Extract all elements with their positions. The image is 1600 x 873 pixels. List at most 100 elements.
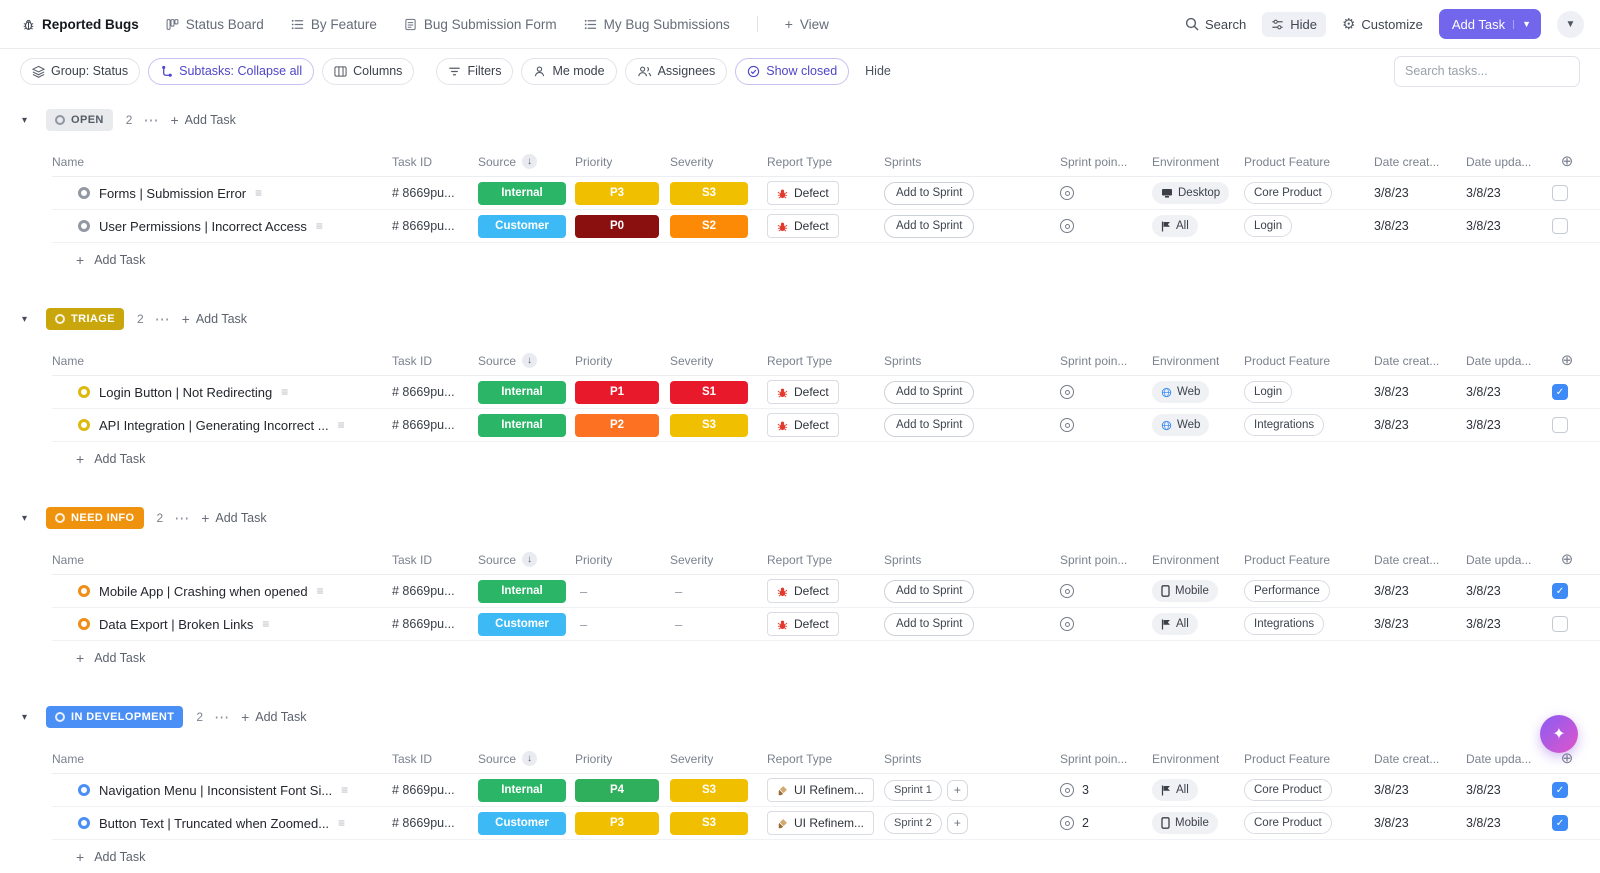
add-to-sprint-button[interactable]: Add to Sprint: [884, 613, 974, 636]
column-header-sprints[interactable]: Sprints: [884, 752, 1060, 766]
task-status-icon[interactable]: [78, 817, 90, 829]
column-header-severity[interactable]: Severity: [670, 553, 767, 567]
column-header-sprints[interactable]: Sprints: [884, 354, 1060, 368]
sprint-points-icon[interactable]: [1060, 385, 1074, 399]
tab-status-board[interactable]: Status Board: [166, 17, 264, 32]
column-header-source[interactable]: Source↓: [478, 751, 575, 766]
chevron-down-icon[interactable]: ▼: [1513, 20, 1531, 29]
column-header-product-feature[interactable]: Product Feature: [1244, 752, 1374, 766]
sort-descending-icon[interactable]: ↓: [522, 353, 537, 368]
column-header-severity[interactable]: Severity: [670, 155, 767, 169]
column-header-name[interactable]: Name: [52, 354, 392, 368]
task-search-input[interactable]: [1394, 56, 1580, 87]
task-status-icon[interactable]: [78, 784, 90, 796]
group-menu-button[interactable]: ⋯: [155, 310, 171, 328]
column-header-sprint-poin[interactable]: Sprint poin...: [1060, 553, 1152, 567]
task-status-icon[interactable]: [78, 618, 90, 630]
priority-tag[interactable]: P0: [575, 215, 659, 238]
collapse-chevron-icon[interactable]: ▾: [22, 513, 35, 524]
collapse-chevron-icon[interactable]: ▾: [22, 712, 35, 723]
add-column-button[interactable]: ⊕: [1561, 353, 1574, 368]
environment-tag[interactable]: All: [1152, 613, 1198, 635]
tab-my-bug-submissions[interactable]: My Bug Submissions: [584, 17, 730, 32]
product-feature-tag[interactable]: Performance: [1244, 580, 1330, 602]
priority-empty[interactable]: –: [575, 617, 587, 632]
add-column-button[interactable]: ⊕: [1561, 751, 1574, 766]
source-tag[interactable]: Internal: [478, 182, 566, 205]
environment-tag[interactable]: Mobile: [1152, 580, 1218, 602]
task-name[interactable]: Data Export | Broken Links: [99, 617, 253, 632]
task-name[interactable]: User Permissions | Incorrect Access: [99, 219, 307, 234]
severity-tag[interactable]: S3: [670, 779, 748, 802]
product-feature-tag[interactable]: Core Product: [1244, 779, 1332, 801]
tab-by-feature[interactable]: By Feature: [291, 17, 377, 32]
task-detail-icon[interactable]: ≡: [317, 584, 324, 598]
me-mode-button[interactable]: Me mode: [521, 58, 616, 85]
task-name[interactable]: Button Text | Truncated when Zoomed...: [99, 816, 329, 831]
row-checkbox[interactable]: ✓: [1552, 384, 1568, 400]
sprint-tag[interactable]: Sprint 2: [884, 813, 942, 834]
add-column-button[interactable]: ⊕: [1561, 154, 1574, 169]
add-task-button[interactable]: Add Task ▼: [1439, 9, 1541, 39]
task-name[interactable]: Mobile App | Crashing when opened: [99, 584, 308, 599]
column-header-source[interactable]: Source↓: [478, 353, 575, 368]
column-header-priority[interactable]: Priority: [575, 752, 670, 766]
subtasks-button[interactable]: Subtasks: Collapse all: [148, 58, 314, 85]
add-column-button[interactable]: ⊕: [1561, 552, 1574, 567]
group-status-badge[interactable]: TRIAGE: [46, 308, 124, 330]
task-status-icon[interactable]: [78, 386, 90, 398]
group-menu-button[interactable]: ⋯: [214, 708, 230, 726]
row-checkbox[interactable]: ✓: [1552, 583, 1568, 599]
source-tag[interactable]: Customer: [478, 215, 566, 238]
column-header-date-upda[interactable]: Date upda...: [1466, 354, 1552, 368]
column-header-priority[interactable]: Priority: [575, 354, 670, 368]
search-button[interactable]: Search: [1185, 17, 1246, 32]
column-header-date-creat[interactable]: Date creat...: [1374, 752, 1466, 766]
column-header-report-type[interactable]: Report Type: [767, 752, 884, 766]
report-type-tag[interactable]: Defect: [767, 214, 839, 238]
add-to-sprint-button[interactable]: Add to Sprint: [884, 381, 974, 404]
task-id[interactable]: # 8669pu...: [392, 219, 455, 233]
product-feature-tag[interactable]: Core Product: [1244, 812, 1332, 834]
column-header-severity[interactable]: Severity: [670, 752, 767, 766]
task-status-icon[interactable]: [78, 419, 90, 431]
column-header-report-type[interactable]: Report Type: [767, 155, 884, 169]
column-header-priority[interactable]: Priority: [575, 155, 670, 169]
hide-button[interactable]: Hide: [1262, 12, 1326, 37]
column-header-product-feature[interactable]: Product Feature: [1244, 155, 1374, 169]
group-menu-button[interactable]: ⋯: [143, 111, 159, 129]
customize-button[interactable]: ⚙ Customize: [1342, 17, 1423, 32]
environment-tag[interactable]: All: [1152, 779, 1198, 801]
severity-tag[interactable]: S3: [670, 414, 748, 437]
filters-button[interactable]: Filters: [436, 58, 513, 85]
collapse-chevron-icon[interactable]: ▾: [22, 314, 35, 325]
environment-tag[interactable]: Desktop: [1152, 182, 1229, 204]
add-view-button[interactable]: + View: [785, 16, 829, 32]
task-name[interactable]: API Integration | Generating Incorrect .…: [99, 418, 329, 433]
task-id[interactable]: # 8669pu...: [392, 783, 455, 797]
column-header-sprint-poin[interactable]: Sprint poin...: [1060, 752, 1152, 766]
column-header-environment[interactable]: Environment: [1152, 155, 1244, 169]
column-header-environment[interactable]: Environment: [1152, 553, 1244, 567]
column-header-date-creat[interactable]: Date creat...: [1374, 553, 1466, 567]
add-task-row[interactable]: +Add Task: [76, 243, 1600, 276]
priority-tag[interactable]: P1: [575, 381, 659, 404]
column-header-severity[interactable]: Severity: [670, 354, 767, 368]
add-sprint-button[interactable]: +: [947, 813, 968, 834]
tab-reported-bugs[interactable]: Reported Bugs: [22, 17, 139, 32]
severity-empty[interactable]: –: [670, 584, 682, 599]
severity-tag[interactable]: S2: [670, 215, 748, 238]
product-feature-tag[interactable]: Login: [1244, 381, 1292, 403]
source-tag[interactable]: Customer: [478, 812, 566, 835]
sprint-tag[interactable]: Sprint 1: [884, 780, 942, 801]
product-feature-tag[interactable]: Core Product: [1244, 182, 1332, 204]
columns-button[interactable]: Columns: [322, 58, 414, 85]
assignees-button[interactable]: Assignees: [625, 58, 728, 85]
priority-tag[interactable]: P3: [575, 812, 659, 835]
task-name[interactable]: Navigation Menu | Inconsistent Font Si..…: [99, 783, 332, 798]
row-checkbox[interactable]: [1552, 185, 1568, 201]
product-feature-tag[interactable]: Login: [1244, 215, 1292, 237]
column-header-name[interactable]: Name: [52, 155, 392, 169]
column-header-name[interactable]: Name: [52, 752, 392, 766]
sort-descending-icon[interactable]: ↓: [522, 751, 537, 766]
